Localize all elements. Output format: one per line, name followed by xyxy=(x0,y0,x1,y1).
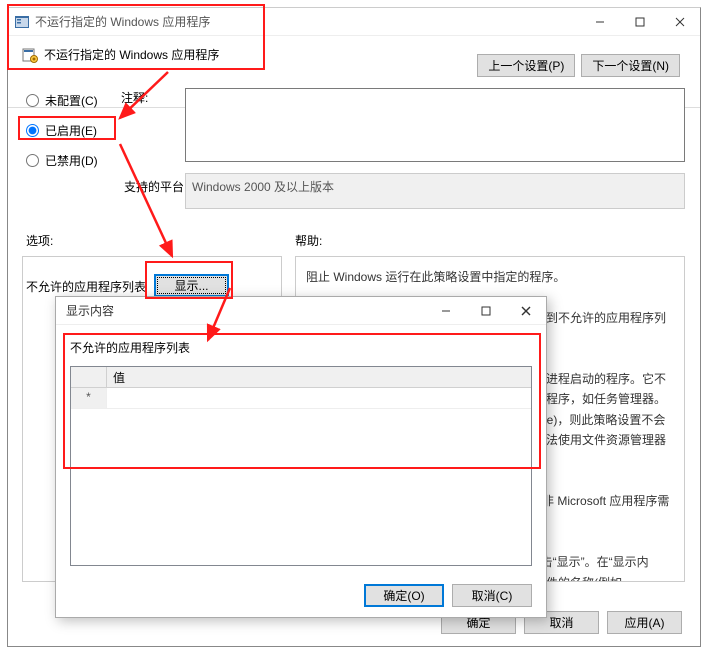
maximize-button[interactable] xyxy=(620,8,660,36)
grid-new-row[interactable]: * xyxy=(71,388,531,409)
show-button[interactable]: 显示... xyxy=(154,274,229,297)
child-cancel-button[interactable]: 取消(C) xyxy=(452,584,532,607)
radio-disabled-label: 已禁用(D) xyxy=(45,152,98,169)
grid-value-cell[interactable] xyxy=(107,388,531,408)
state-options: 未配置(C) 已启用(E) 已禁用(D) xyxy=(26,88,98,178)
policy-icon xyxy=(22,47,38,63)
titlebar: 不运行指定的 Windows 应用程序 xyxy=(8,8,700,36)
value-grid[interactable]: 值 * xyxy=(70,366,532,566)
platform-label: 支持的平台: xyxy=(124,178,187,195)
child-buttons: 确定(O) 取消(C) xyxy=(364,584,532,607)
radio-not-configured-label: 未配置(C) xyxy=(45,92,98,109)
radio-disabled-input[interactable] xyxy=(26,154,39,167)
platform-textbox: Windows 2000 及以上版本 xyxy=(185,173,685,209)
comment-label: 注释: xyxy=(121,89,148,106)
child-list-label: 不允许的应用程序列表 xyxy=(70,341,190,355)
window-icon xyxy=(14,14,30,30)
options-label: 选项: xyxy=(26,232,53,249)
grid-row-marker: * xyxy=(71,388,107,408)
radio-enabled-label: 已启用(E) xyxy=(45,122,97,139)
close-button[interactable] xyxy=(660,8,700,36)
radio-not-configured[interactable]: 未配置(C) xyxy=(26,88,98,112)
apply-button[interactable]: 应用(A) xyxy=(607,611,682,634)
help-label: 帮助: xyxy=(295,232,322,249)
child-close-button[interactable] xyxy=(506,298,546,324)
help-text-1: 阻止 Windows 运行在此策略设置中指定的程序。 xyxy=(306,267,674,287)
child-minimize-button[interactable] xyxy=(426,298,466,324)
prev-setting-button[interactable]: 上一个设置(P) xyxy=(477,54,575,77)
child-maximize-button[interactable] xyxy=(466,298,506,324)
grid-header: 值 xyxy=(71,367,531,388)
child-ok-button[interactable]: 确定(O) xyxy=(364,584,444,607)
radio-enabled-input[interactable] xyxy=(26,124,39,137)
show-content-dialog: 显示内容 不允许的应用程序列表 值 * 确定(O) 取消(C) xyxy=(55,296,547,618)
disallowed-list-label: 不允许的应用程序列表 xyxy=(26,278,146,295)
window-title: 不运行指定的 Windows 应用程序 xyxy=(35,13,580,30)
radio-enabled[interactable]: 已启用(E) xyxy=(26,118,98,142)
minimize-button[interactable] xyxy=(580,8,620,36)
radio-not-configured-input[interactable] xyxy=(26,94,39,107)
next-setting-button[interactable]: 下一个设置(N) xyxy=(581,54,680,77)
child-body: 不允许的应用程序列表 值 * xyxy=(56,325,546,574)
radio-disabled[interactable]: 已禁用(D) xyxy=(26,148,98,172)
grid-col-value: 值 xyxy=(107,367,531,387)
child-titlebar: 显示内容 xyxy=(56,297,546,325)
nav-buttons: 上一个设置(P) 下一个设置(N) xyxy=(477,54,680,77)
comment-textbox[interactable] xyxy=(185,88,685,162)
grid-rowheader-cell xyxy=(71,367,107,387)
child-title: 显示内容 xyxy=(66,302,426,319)
